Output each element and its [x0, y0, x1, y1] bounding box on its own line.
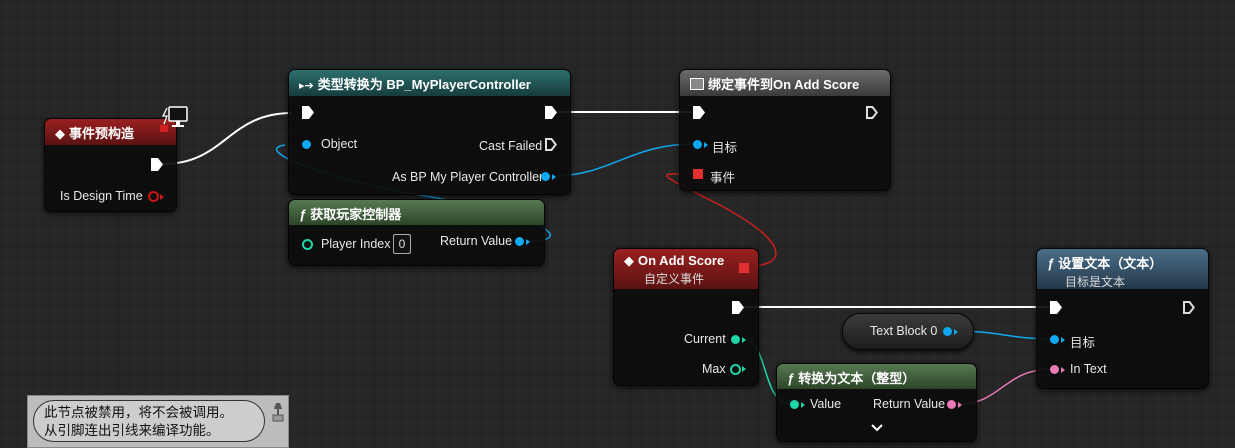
text-block-variable-node[interactable]: Text Block 0 [842, 313, 974, 350]
pin-arrow [1061, 337, 1065, 343]
function-icon: ƒ [1047, 256, 1055, 271]
node-header: ◆ On Add Score 自定义事件 [614, 249, 758, 289]
cast-to-player-controller-node[interactable]: ▸➔ 类型转换为 BP_MyPlayerController Object Cas… [288, 69, 571, 195]
exec-cast-failed-pin[interactable] [545, 138, 557, 151]
object-in-pin[interactable] [302, 140, 311, 149]
pin-label-as-player-controller: As BP My Player Controller [392, 170, 544, 184]
node-title: 类型转换为 BP_MyPlayerController [317, 77, 531, 92]
node-subtitle: 目标是文本 [1065, 275, 1126, 289]
pin-label-value: Value [810, 397, 842, 411]
player-index-input[interactable]: 0 [393, 234, 411, 254]
int-out-pin-max[interactable] [730, 364, 741, 375]
exec-out-pin[interactable] [732, 301, 744, 314]
exec-out-pin[interactable] [545, 106, 557, 119]
node-subtitle: 自定义事件 [644, 272, 705, 286]
pin-arrow [801, 402, 805, 408]
pin-arrow [954, 329, 958, 335]
custom-event-on-add-score-node[interactable]: ◆ On Add Score 自定义事件 Current Max [613, 248, 759, 386]
pin-icon[interactable] [271, 400, 285, 422]
pin-arrow [704, 142, 708, 148]
cast-arrow-icon: ▸➔ [299, 80, 314, 92]
node-title: 转换为文本（整型） [798, 371, 916, 386]
bind-event-node[interactable]: 绑定事件到On Add Score 目标 事件 [679, 69, 891, 191]
node-header: ƒ 获取玩家控制器 [289, 200, 544, 225]
event-delegate-pin[interactable] [693, 169, 703, 179]
node-header: 绑定事件到On Add Score [680, 70, 890, 96]
pin-label-current: Current [684, 332, 726, 346]
pin-arrow [552, 174, 556, 180]
pin-arrow [958, 402, 962, 408]
exec-in-pin[interactable] [302, 106, 314, 119]
get-player-controller-node[interactable]: ƒ 获取玩家控制器 Player Index 0 Return Value [288, 199, 545, 266]
event-diamond-icon: ◆ [624, 253, 634, 268]
node-header: ƒ 设置文本（文本） 目标是文本 [1037, 249, 1208, 289]
pin-label-return-value: Return Value [873, 397, 946, 411]
exec-out-pin[interactable] [151, 158, 163, 171]
object-out-pin[interactable] [541, 172, 550, 181]
event-diamond-icon: ◆ [55, 126, 65, 141]
pin-label-event: 事件 [710, 171, 736, 185]
object-out-pin[interactable] [515, 237, 524, 246]
node-title: 获取玩家控制器 [310, 207, 402, 222]
pin-label-in-text: In Text [1070, 362, 1107, 376]
pin-arrow [1061, 367, 1065, 373]
to-text-integer-node[interactable]: ƒ 转换为文本（整型） Value Return Value [776, 363, 977, 442]
pin-label-is-design-time: Is Design Time [60, 189, 143, 203]
object-target-pin[interactable] [693, 140, 702, 149]
int-out-pin-current[interactable] [731, 335, 740, 344]
pin-arrow [742, 337, 746, 343]
variable-label: Text Block 0 [870, 324, 938, 338]
pin-arrow [742, 366, 746, 372]
comment-line-2: 从引脚连出引线来编译功能。 [44, 423, 220, 438]
node-title: 事件预构造 [69, 126, 135, 141]
pin-label-target: 目标 [1070, 336, 1096, 350]
function-icon: ƒ [787, 371, 795, 386]
disabled-node-comment: 此节点被禁用，将不会被调用。 从引脚连出引线来编译功能。 [27, 395, 289, 448]
node-header: ◆ 事件预构造 [45, 119, 176, 145]
pin-label-cast-failed: Cast Failed [479, 139, 543, 153]
int-in-pin[interactable] [302, 239, 313, 250]
exec-out-pin[interactable] [866, 106, 878, 119]
bool-out-pin[interactable] [148, 191, 159, 202]
pin-arrow [526, 239, 530, 245]
pin-label-object: Object [321, 137, 358, 151]
exec-in-pin[interactable] [1050, 301, 1062, 314]
event-delegate-out-pin[interactable] [739, 263, 749, 273]
node-header: ƒ 转换为文本（整型） [777, 364, 976, 389]
expand-chevron-icon[interactable] [871, 420, 883, 432]
exec-out-pin[interactable] [1183, 301, 1195, 314]
comment-bubble: 此节点被禁用，将不会被调用。 从引脚连出引线来编译功能。 [33, 400, 265, 442]
function-icon: ƒ [299, 207, 307, 222]
object-wire-cast-to-bind-target [552, 143, 695, 177]
node-header: ▸➔ 类型转换为 BP_MyPlayerController [289, 70, 570, 96]
text-in-pin[interactable] [1050, 365, 1059, 374]
pin-arrow [160, 194, 164, 200]
node-title: 设置文本（文本） [1058, 256, 1163, 271]
pin-label-return-value: Return Value [440, 234, 513, 248]
pin-label-target: 目标 [712, 141, 738, 155]
editor-only-monitor-icon [160, 104, 190, 132]
set-text-node[interactable]: ƒ 设置文本（文本） 目标是文本 目标 In Text [1036, 248, 1209, 389]
exec-in-pin[interactable] [693, 106, 705, 119]
pin-label-player-index: Player Index [321, 237, 391, 251]
object-target-pin[interactable] [1050, 335, 1059, 344]
delegate-icon [690, 78, 704, 90]
object-out-pin[interactable] [943, 327, 952, 336]
text-out-pin[interactable] [947, 400, 956, 409]
comment-line-1: 此节点被禁用，将不会被调用。 [44, 405, 233, 420]
pin-label-max: Max [702, 362, 726, 376]
int-in-pin[interactable] [790, 400, 799, 409]
node-title: 绑定事件到On Add Score [708, 77, 860, 92]
event-construct-node[interactable]: ◆ 事件预构造 Is Design Time [44, 118, 177, 212]
node-title: On Add Score [638, 253, 725, 268]
